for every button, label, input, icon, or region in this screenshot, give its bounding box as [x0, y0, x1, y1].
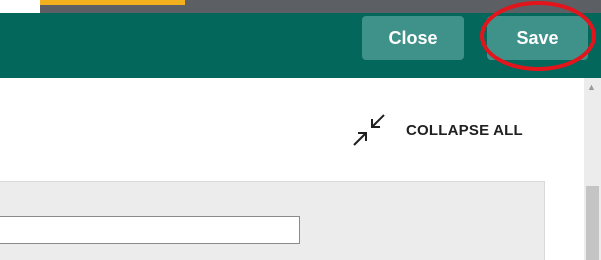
collapse-all-label: COLLAPSE ALL — [406, 121, 523, 139]
panel-text-input[interactable] — [0, 216, 300, 244]
toolbar: Close Save — [0, 1, 601, 78]
scroll-up-icon[interactable]: ▲ — [587, 82, 596, 92]
collapse-all-button[interactable]: COLLAPSE ALL — [348, 110, 523, 150]
app-window: Close Save COLLAPSE ALL ▲ — [0, 0, 601, 260]
save-button[interactable]: Save — [487, 16, 588, 60]
collapse-arrows-icon — [353, 114, 385, 146]
scrollbar-thumb[interactable] — [586, 186, 599, 260]
close-button[interactable]: Close — [362, 16, 464, 60]
panel-gutter — [545, 181, 584, 260]
progress-accent — [40, 0, 185, 5]
top-strip — [0, 0, 601, 13]
